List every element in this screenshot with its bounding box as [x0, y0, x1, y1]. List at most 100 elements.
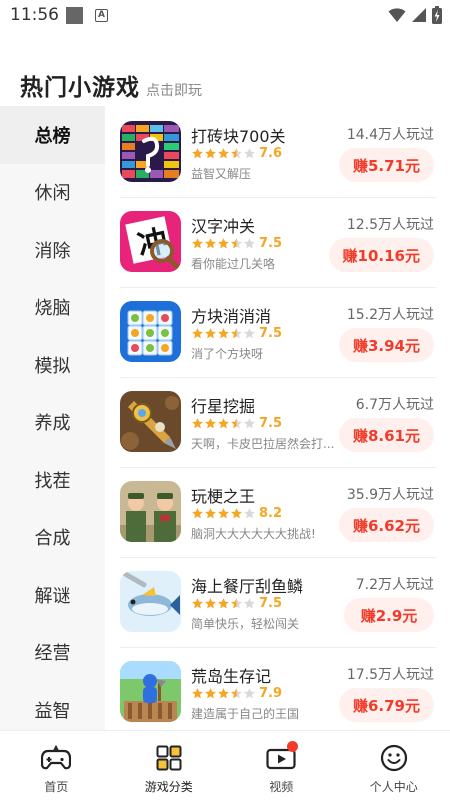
game-rating: 7.5: [191, 416, 282, 431]
nav-profile[interactable]: 个人中心: [338, 731, 450, 800]
game-list-item[interactable]: 行星挖掘 7.5 天啊，卡皮巴拉居然会打... 6.7万人玩过 赚8.61元: [120, 378, 436, 468]
sidebar-item-spot-difference[interactable]: 找茬: [0, 451, 105, 509]
sidebar-item-management[interactable]: 经营: [0, 624, 105, 682]
star-full-icon: [204, 417, 217, 430]
sidebar-item-match[interactable]: 消除: [0, 221, 105, 279]
game-rating: 7.5: [191, 236, 282, 251]
planet-drill-icon[interactable]: [120, 391, 181, 452]
nav-categories[interactable]: 游戏分类: [113, 731, 226, 800]
sidebar-item-simulation[interactable]: 模拟: [0, 336, 105, 394]
star-rating: [191, 597, 256, 610]
star-rating: [191, 327, 256, 340]
game-name: 荒岛生存记: [191, 667, 272, 686]
page-subtitle: 点击即玩: [146, 83, 202, 99]
game-description: 脑洞大大大大大大挑战!: [191, 527, 316, 541]
star-full-icon: [230, 507, 243, 520]
sidebar-item-label: 消除: [34, 240, 71, 262]
fish-scale-icon[interactable]: [120, 571, 181, 632]
star-empty-icon: [243, 237, 256, 250]
game-description: 天啊，卡皮巴拉居然会打...: [191, 437, 335, 451]
brick-breaker-icon[interactable]: [120, 121, 181, 182]
game-rating: 7.6: [191, 146, 282, 161]
sidebar-item-all[interactable]: 总榜: [0, 106, 105, 164]
game-rating: 7.5: [191, 326, 282, 341]
earn-button[interactable]: 赚2.9元: [344, 598, 434, 632]
star-rating: [191, 147, 256, 160]
star-full-icon: [191, 237, 204, 250]
star-full-icon: [217, 507, 230, 520]
island-survival-icon[interactable]: [120, 661, 181, 722]
chinese-character-icon[interactable]: 冲: [120, 211, 181, 272]
sidebar-item-label: 养成: [34, 413, 71, 435]
star-half-icon: [230, 687, 243, 700]
earn-button[interactable]: 赚8.61元: [338, 418, 434, 452]
sidebar-item-label: 合成: [34, 528, 71, 550]
earn-button[interactable]: 赚3.94元: [338, 328, 434, 362]
sidebar-item-label: 解谜: [34, 585, 71, 607]
sidebar-item-brain[interactable]: 烧脑: [0, 279, 105, 337]
game-list-item[interactable]: 打砖块700关 7.6 益智又解压 14.4万人玩过 赚5.71元: [120, 108, 436, 198]
earn-button[interactable]: 赚5.71元: [338, 148, 434, 182]
sidebar-item-merge[interactable]: 合成: [0, 509, 105, 567]
game-list-item[interactable]: 冲 汉字冲关 7.5 看你能过几关咯 12.5万人玩过 赚10.16元: [120, 198, 436, 288]
game-list-item[interactable]: 海上餐厅刮鱼鳞 7.5 简单快乐，轻松闯关 7.2万人玩过 赚2.9元: [120, 558, 436, 648]
notification-a-icon: A: [95, 9, 108, 22]
smiley-icon: [379, 743, 409, 773]
earn-button[interactable]: 赚6.62元: [338, 508, 434, 542]
sidebar-item-label: 休闲: [34, 183, 71, 205]
star-full-icon: [204, 687, 217, 700]
rating-value: 7.9: [259, 686, 283, 701]
star-full-icon: [204, 147, 217, 160]
earn-button[interactable]: 赚10.16元: [328, 238, 434, 272]
sidebar-item-label: 烧脑: [34, 298, 71, 320]
rating-value: 7.5: [259, 326, 283, 341]
sidebar-item-educational[interactable]: 益智: [0, 681, 105, 730]
star-full-icon: [191, 417, 204, 430]
grid-icon: [154, 743, 184, 773]
players-count: 12.5万人玩过: [346, 217, 434, 233]
game-list-item[interactable]: 方块消消消 7.5 消了个方块呀 15.2万人玩过 赚3.94元: [120, 288, 436, 378]
sidebar-item-label: 模拟: [34, 355, 71, 377]
star-empty-icon: [243, 687, 256, 700]
nav-label: 首页: [44, 780, 69, 794]
star-full-icon: [191, 597, 204, 610]
nav-home[interactable]: 首页: [0, 731, 113, 800]
block-match-icon[interactable]: [120, 301, 181, 362]
sidebar-item-label: 益智: [34, 700, 71, 722]
sidebar-item-casual[interactable]: 休闲: [0, 164, 105, 222]
earn-button[interactable]: 赚6.79元: [338, 688, 434, 722]
sidebar-item-puzzle[interactable]: 解谜: [0, 566, 105, 624]
signal-icon: [412, 8, 426, 22]
game-description: 消了个方块呀: [191, 347, 264, 361]
game-rating: 7.5: [191, 596, 282, 611]
nav-label: 游戏分类: [144, 780, 193, 794]
status-time: 11:56: [10, 5, 59, 25]
page-title: 热门小游戏: [20, 75, 140, 101]
star-full-icon: [217, 147, 230, 160]
star-full-icon: [191, 687, 204, 700]
players-count: 6.7万人玩过: [355, 397, 434, 413]
notification-badge: [287, 741, 298, 752]
meme-king-icon[interactable]: [120, 481, 181, 542]
game-description: 建造属于自己的王国: [191, 707, 300, 721]
star-half-icon: [230, 417, 243, 430]
game-list-item[interactable]: 玩梗之王 8.2 脑洞大大大大大大挑战! 35.9万人玩过 赚6.62元: [120, 468, 436, 558]
nav-video[interactable]: 视频: [225, 731, 338, 800]
game-list-item[interactable]: 荒岛生存记 7.9 建造属于自己的王国 17.5万人玩过 赚6.79元: [120, 648, 436, 738]
star-full-icon: [191, 327, 204, 340]
game-description: 看你能过几关咯: [191, 257, 276, 271]
players-count: 35.9万人玩过: [346, 487, 434, 503]
battery-icon: [432, 6, 442, 24]
game-name: 汉字冲关: [191, 217, 256, 236]
star-full-icon: [191, 507, 204, 520]
sidebar-item-nurture[interactable]: 养成: [0, 394, 105, 452]
players-count: 14.4万人玩过: [346, 127, 434, 143]
star-full-icon: [217, 687, 230, 700]
game-description: 简单快乐，轻松闯关: [191, 617, 300, 631]
star-half-icon: [230, 597, 243, 610]
star-empty-icon: [243, 417, 256, 430]
nav-label: 个人中心: [369, 780, 418, 794]
star-full-icon: [204, 507, 217, 520]
star-empty-icon: [243, 507, 256, 520]
rating-value: 7.6: [259, 146, 283, 161]
